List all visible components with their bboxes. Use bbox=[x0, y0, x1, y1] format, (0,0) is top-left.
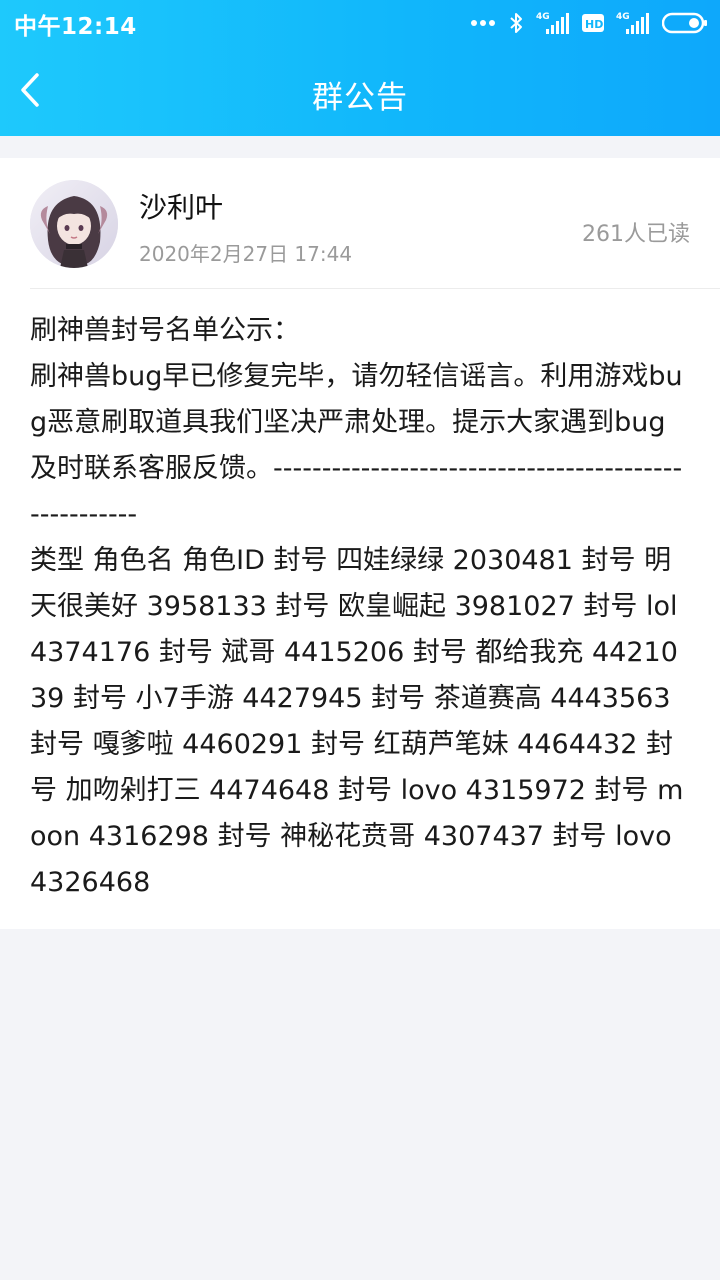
battery-icon bbox=[662, 12, 707, 34]
nav-bar: 群公告 bbox=[0, 56, 720, 128]
announcement-paragraph: 刷神兽bug早已修复完毕，请勿轻信谣言。利用游戏bug恶意刷取道具我们坚决严肃处… bbox=[30, 361, 683, 530]
bluetooth-icon bbox=[510, 13, 522, 33]
announcement-card: 沙利叶 2020年2月27日 17:44 261人已读 刷神兽封号名单公示： 刷… bbox=[0, 158, 720, 929]
post-date: 2020年2月27日 17:44 bbox=[139, 242, 353, 266]
ban-list: 类型 角色名 角色ID 封号 四娃绿绿 2030481 封号 明天很美好 395… bbox=[30, 545, 684, 898]
hd-icon: HD bbox=[582, 14, 604, 32]
signal-4g-icon: 4G bbox=[536, 12, 569, 34]
announcement-title-line: 刷神兽封号名单公示： bbox=[30, 315, 300, 346]
more-dots-icon bbox=[471, 20, 495, 26]
svg-text:HD: HD bbox=[585, 18, 603, 31]
page-title: 群公告 bbox=[312, 80, 408, 116]
read-count[interactable]: 261人已读 bbox=[582, 216, 690, 248]
app-header: 中午12:14 4G HD 4G 群公告 bbox=[0, 0, 720, 136]
author-name[interactable]: 沙利叶 bbox=[139, 186, 223, 226]
avatar[interactable] bbox=[30, 180, 118, 268]
avatar-image bbox=[30, 180, 118, 268]
announcement-content: 刷神兽封号名单公示： 刷神兽bug早已修复完毕，请勿轻信谣言。利用游戏bug恶意… bbox=[30, 308, 690, 906]
svg-text:4G: 4G bbox=[616, 12, 630, 22]
divider bbox=[30, 288, 720, 289]
status-time: 中午12:14 bbox=[14, 14, 137, 40]
status-bar: 中午12:14 4G HD 4G bbox=[0, 0, 720, 46]
status-icons: 4G HD 4G bbox=[470, 8, 708, 38]
svg-text:4G: 4G bbox=[536, 12, 550, 22]
signal-4g-icon: 4G bbox=[616, 12, 649, 34]
